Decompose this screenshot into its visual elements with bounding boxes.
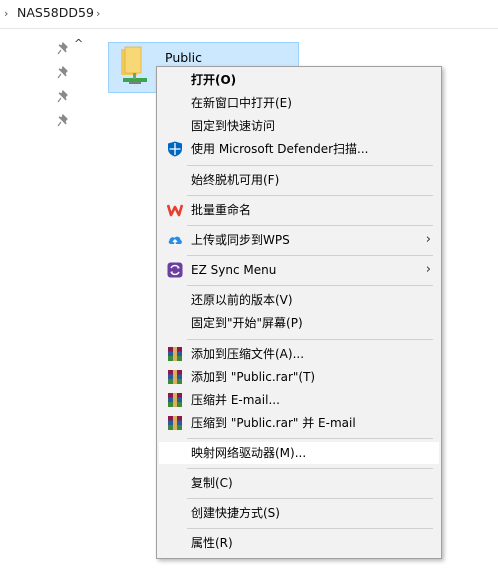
winrar-icon [168,393,182,407]
menu-item-label: 批量重命名 [191,203,252,217]
menu-separator [187,255,433,256]
menu-item-defender-scan[interactable]: 使用 Microsoft Defender扫描... [159,138,439,160]
menu-item-label: EZ Sync Menu [191,263,277,277]
menu-separator [187,195,433,196]
context-menu: 打开(O) 在新窗口中打开(E) 固定到快速访问 使用 Microsoft De… [156,66,442,559]
menu-item-compress-rar-email[interactable]: 压缩到 "Public.rar" 并 E-mail [159,412,439,434]
menu-item-copy[interactable]: 复制(C) [159,472,439,494]
menu-separator [187,468,433,469]
menu-separator [187,225,433,226]
menu-item-pin-quick-access[interactable]: 固定到快速访问 [159,115,439,137]
submenu-arrow-icon: › [425,262,431,277]
menu-separator [187,165,433,166]
menu-item-add-public-rar[interactable]: 添加到 "Public.rar"(T) [159,366,439,388]
ez-sync-icon [167,262,183,278]
menu-item-batch-rename[interactable]: 批量重命名 [159,199,439,221]
network-folder-icon [121,46,147,84]
menu-item-upload-wps[interactable]: 上传或同步到WPS › [159,229,439,251]
menu-item-map-drive[interactable]: 映射网络驱动器(M)... [159,442,439,464]
menu-item-label: 添加到 "Public.rar"(T) [191,370,316,384]
winrar-icon [168,416,182,430]
menu-item-properties[interactable]: 属性(R) [159,532,439,554]
menu-separator [187,498,433,499]
submenu-arrow-icon: › [425,232,431,247]
menu-separator [187,339,433,340]
menu-item-create-shortcut[interactable]: 创建快捷方式(S) [159,502,439,524]
breadcrumb-nas58dd59[interactable]: NAS58DD59 [17,5,94,20]
defender-shield-icon [168,141,182,157]
pin-icon [57,114,68,127]
menu-item-label: 使用 Microsoft Defender扫描... [191,142,369,156]
menu-item-open[interactable]: 打开(O) [159,69,439,91]
menu-item-label: 上传或同步到WPS [191,233,290,247]
menu-item-label: 压缩到 "Public.rar" 并 E-mail [191,416,356,430]
pin-icon [57,90,68,103]
pin-icon [57,66,68,79]
nav-pane-collapse-icon[interactable]: ^ [74,37,83,50]
cloud-upload-icon [168,236,182,246]
menu-item-compress-email[interactable]: 压缩并 E-mail... [159,389,439,411]
menu-item-label: 添加到压缩文件(A)... [191,347,305,361]
menu-item-ez-sync[interactable]: EZ Sync Menu › [159,259,439,281]
address-bar[interactable]: › NAS58DD59 › [0,0,498,29]
winrar-icon [168,347,182,361]
breadcrumb-chevron-icon[interactable]: › [96,7,100,20]
menu-item-pin-start[interactable]: 固定到"开始"屏幕(P) [159,312,439,334]
menu-separator [187,528,433,529]
menu-item-add-archive[interactable]: 添加到压缩文件(A)... [159,343,439,365]
menu-separator [187,285,433,286]
winrar-icon [168,370,182,384]
menu-item-open-new-window[interactable]: 在新窗口中打开(E) [159,92,439,114]
wps-logo-icon [167,204,183,217]
pin-icon [57,42,68,55]
address-back-chevron-icon[interactable]: › [4,7,8,20]
menu-item-label: 压缩并 E-mail... [191,393,280,407]
menu-item-restore-previous[interactable]: 还原以前的版本(V) [159,289,439,311]
menu-item-always-offline[interactable]: 始终脱机可用(F) [159,169,439,191]
menu-separator [187,438,433,439]
file-name-label: Public [165,50,202,65]
